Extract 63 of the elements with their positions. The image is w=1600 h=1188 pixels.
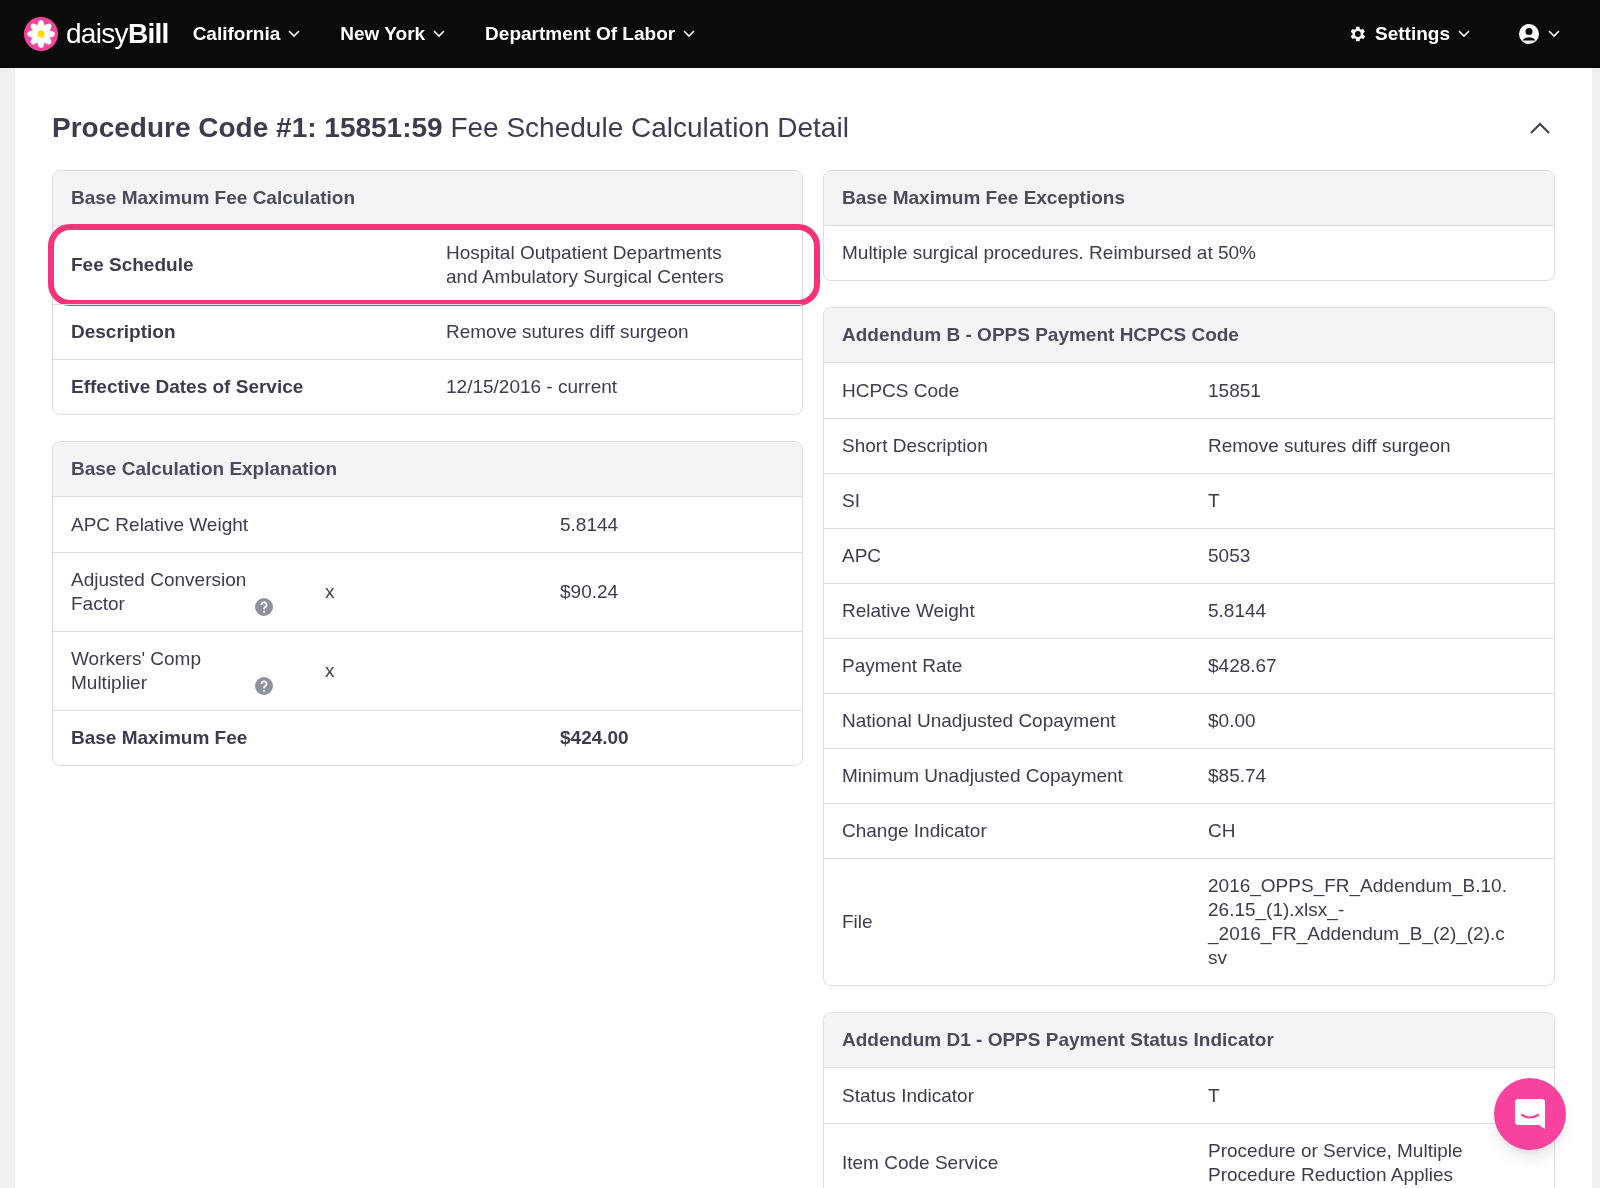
settings-menu[interactable]: Settings: [1347, 19, 1470, 49]
chevron-down-icon: [433, 30, 446, 38]
field-value: Procedure or Service, Multiple Procedure Reduction Applies: [1208, 1139, 1464, 1187]
field-label: Status Indicator: [842, 1083, 976, 1108]
field-label: National Unadjusted Copayment: [842, 709, 1117, 733]
field-value: 5.8144: [560, 512, 619, 537]
field-label: Item Code Service: [842, 1151, 1000, 1175]
field-value: 5.8144: [1208, 599, 1268, 623]
field-value: $90.24: [560, 580, 619, 604]
field-value: 15851: [1208, 378, 1262, 403]
field-value: T: [1208, 489, 1221, 513]
exception-text: Multiple surgical procedures. Reimbursed at 50%: [842, 240, 1256, 265]
field-label: HCPCS Code: [842, 378, 961, 403]
card-header: Addendum D1 - OPPS Payment Status Indicator: [824, 1013, 1554, 1068]
field-value: 2016_OPPS_FR_Addendum_B.10.26.15_(1).xlsx_-_2016_FR_Addendum_B_(2)_(2).csv: [1208, 874, 1508, 970]
chevron-down-icon: [1548, 30, 1560, 38]
nav-menu[interactable]: California: [192, 19, 301, 49]
logo-wordmark: daisyBill: [66, 17, 169, 51]
field-label: SI: [842, 489, 861, 513]
field-value: Hospital Outpatient Departments and Ambulatory Surgical Centers: [446, 241, 725, 289]
field-value: Remove sutures diff surgeon: [1208, 434, 1452, 458]
field-value: $85.74: [1208, 764, 1268, 788]
field-label: Workers' Comp Multiplier: [71, 647, 202, 695]
field-label: Payment Rate: [842, 654, 964, 678]
field-value: T: [1208, 1083, 1221, 1108]
field-label: Short Description: [842, 434, 989, 458]
field-label: Change Indicator: [842, 819, 988, 843]
nav-menu[interactable]: Department Of Labor: [485, 19, 696, 49]
chat-icon: [1513, 1097, 1547, 1131]
chevron-down-icon: [1458, 30, 1470, 38]
field-label: Fee Schedule: [71, 253, 195, 277]
card-header: Addendum B - OPPS Payment HCPCS Code: [824, 308, 1554, 363]
field-label: File: [842, 910, 874, 934]
operator-sign: x: [325, 581, 335, 602]
chevron-down-icon: [288, 30, 301, 38]
field-value: $424.00: [560, 726, 629, 750]
daisy-logo-icon: [24, 17, 58, 51]
field-label: Description: [71, 320, 177, 344]
field-value: Remove sutures diff surgeon: [446, 320, 690, 344]
field-label: Base Maximum Fee: [71, 726, 248, 750]
field-value: $0.00: [1208, 709, 1257, 733]
card-header: Base Maximum Fee Exceptions: [824, 171, 1554, 226]
field-value: 5053: [1208, 544, 1252, 568]
field-value: 12/15/2016 - current: [446, 375, 619, 399]
account-menu[interactable]: [1518, 23, 1560, 45]
field-label: Effective Dates of Service: [71, 375, 305, 399]
chevron-down-icon: [683, 30, 696, 38]
user-icon: [1518, 23, 1540, 45]
help-icon[interactable]: [255, 677, 273, 695]
card-header: Base Maximum Fee Calculation: [53, 171, 802, 226]
field-label: Minimum Unadjusted Copayment: [842, 764, 1124, 788]
operator-sign: x: [325, 660, 335, 681]
field-label: APC: [842, 544, 883, 568]
nav-menu[interactable]: New York: [340, 19, 446, 49]
page-title: Procedure Code #1: 15851:59 Fee Schedule Calculation Detail: [52, 111, 849, 145]
field-label: Relative Weight: [842, 599, 976, 623]
field-value: $428.67: [1208, 654, 1278, 678]
help-icon[interactable]: [255, 598, 273, 616]
collapse-toggle[interactable]: [1529, 121, 1551, 135]
field-label: APC Relative Weight: [71, 512, 249, 537]
field-value: CH: [1208, 819, 1237, 843]
card-header: Base Calculation Explanation: [53, 442, 802, 497]
field-label: Adjusted Conversion Factor: [71, 568, 248, 616]
